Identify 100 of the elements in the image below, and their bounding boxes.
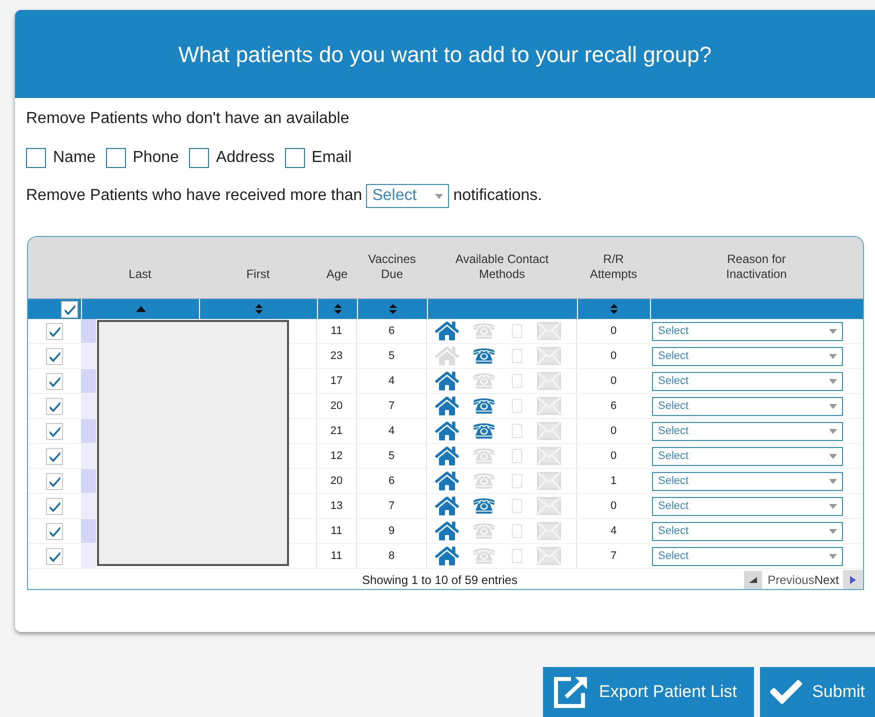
filter-label: Name (53, 148, 96, 168)
reason-select[interactable]: Select (652, 422, 843, 440)
row-checkbox[interactable] (46, 348, 63, 364)
table-cell-text: 17 (330, 374, 343, 389)
page-title: What patients do you want to add to your recall group? (178, 40, 712, 69)
envelope-icon (537, 547, 561, 565)
table-cell-text: 13 (330, 498, 343, 514)
row-stripe (81, 369, 96, 393)
caret-icon (829, 478, 837, 484)
reason-select[interactable]: Select (652, 496, 843, 516)
row-checkbox[interactable] (46, 422, 63, 440)
row-stripe (81, 469, 96, 493)
table-cell-text: 4 (388, 424, 395, 439)
envelope-icon (537, 422, 561, 440)
caret-icon (829, 428, 837, 434)
row-stripe (81, 419, 96, 443)
caret-icon (435, 194, 444, 198)
sort-icon[interactable] (388, 304, 396, 314)
column-header: Age (326, 267, 348, 282)
reason-select[interactable]: Select (652, 446, 843, 466)
submit-button[interactable]: Submit (760, 667, 875, 717)
filter-label: Email (312, 148, 352, 168)
table-cell-text: 6 (388, 474, 395, 489)
row-checkbox[interactable] (46, 398, 63, 414)
reason-select[interactable]: Select (652, 522, 843, 540)
table-cell-text: 5 (388, 348, 395, 364)
envelope-icon (537, 522, 561, 540)
table-cell-text: 12 (330, 448, 343, 464)
column-header: Last (128, 267, 152, 282)
sort-icon[interactable] (610, 304, 618, 314)
table-cell-text: 7 (388, 398, 395, 414)
table-cell-text: 7 (610, 548, 617, 564)
reason-select[interactable]: Select (652, 396, 843, 416)
envelope-icon (537, 347, 561, 365)
notifications-text: notifications. (453, 186, 542, 206)
envelope-icon (537, 497, 561, 515)
notifications-select[interactable]: Select (366, 184, 450, 208)
row-checkbox[interactable] (46, 548, 63, 564)
sort-ascending-icon[interactable] (136, 306, 146, 312)
caret-icon (829, 504, 837, 508)
filter-checkbox[interactable] (106, 148, 126, 168)
table-cell-text: 6 (388, 324, 395, 339)
caret-icon (829, 378, 837, 384)
table-cell-text: 9 (388, 524, 395, 539)
row-checkbox[interactable] (46, 448, 63, 464)
caret-icon (829, 404, 837, 408)
row-checkbox[interactable] (46, 372, 63, 390)
filter-label: Phone (132, 148, 179, 168)
table-cell-text: 0 (610, 374, 617, 389)
column-header: Vaccines Due (368, 252, 416, 282)
reason-select[interactable]: Select (652, 346, 843, 366)
reason-select[interactable]: Select (652, 322, 843, 340)
caret-icon (829, 328, 837, 334)
table-cell-text: 5 (388, 448, 395, 464)
filter-checkbox[interactable] (284, 148, 305, 168)
column-header: Available Contact Methods (455, 252, 549, 282)
reason-select[interactable]: Select (652, 372, 843, 390)
row-checkbox[interactable] (46, 322, 63, 340)
table-cell-text: 23 (330, 348, 343, 364)
column-header: R/R Attempts (590, 252, 638, 282)
select-all-checkbox[interactable] (61, 300, 78, 318)
row-checkbox[interactable] (46, 498, 63, 514)
caret-icon (829, 554, 837, 558)
filter-intro: Remove Patients who don't have an available (26, 109, 350, 129)
table-cell-text: 4 (610, 524, 617, 539)
table-cell-text: 1 (610, 474, 617, 489)
table-cell-text: 11 (330, 324, 342, 339)
notifications-text: Remove Patients who have received more than (26, 186, 362, 206)
row-checkbox[interactable] (46, 472, 63, 490)
filter-label: Address (216, 148, 275, 168)
table-cell-text: 6 (610, 398, 617, 414)
envelope-icon (537, 372, 561, 390)
table-cell-text: 4 (388, 374, 395, 389)
envelope-icon (537, 472, 561, 490)
table-cell-text: 0 (610, 448, 617, 464)
reason-select[interactable]: Select (652, 546, 843, 566)
table-cell-text: 8 (388, 548, 395, 564)
table-cell-text: 20 (330, 474, 343, 489)
table-cell-text: 11 (330, 524, 342, 539)
envelope-icon (537, 397, 561, 415)
export-button[interactable]: Export Patient List (543, 667, 754, 717)
column-header: Reason for Inactivation (726, 252, 787, 282)
table-cell-text: 0 (610, 498, 617, 514)
entries-info: Showing 1 to 10 of 59 entries (362, 572, 518, 588)
row-checkbox[interactable] (46, 522, 63, 540)
filter-checkbox[interactable] (26, 148, 46, 168)
caret-icon (829, 528, 837, 534)
caret-icon (829, 354, 837, 358)
table-cell-text: 21 (330, 424, 343, 439)
reason-select[interactable]: Select (652, 472, 843, 490)
table-cell-text: 0 (610, 324, 617, 339)
sort-icon[interactable] (334, 304, 342, 314)
caret-icon (829, 454, 837, 458)
envelope-icon (537, 322, 561, 340)
table-cell-text: 0 (610, 348, 617, 364)
table-cell-text: 0 (610, 424, 617, 439)
sort-icon[interactable] (254, 304, 262, 314)
export-icon (553, 675, 589, 709)
next-button[interactable]: Next (814, 569, 863, 589)
filter-checkbox[interactable] (188, 148, 209, 168)
